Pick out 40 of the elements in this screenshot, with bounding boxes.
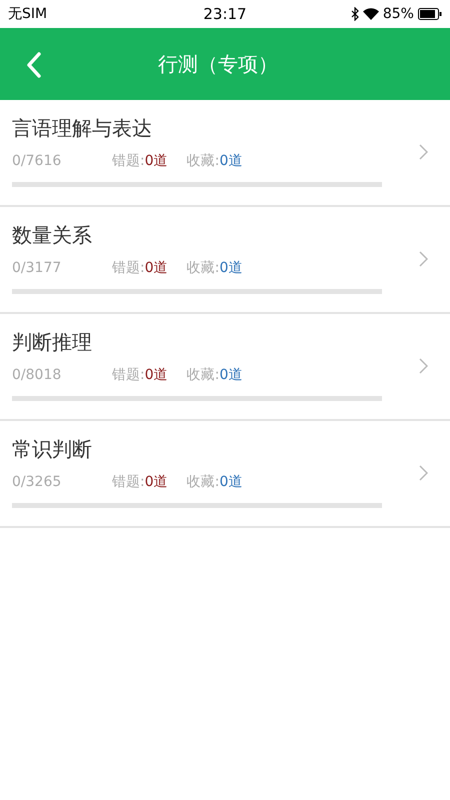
favorite-label: 收藏: — [186, 258, 220, 278]
favorite-label: 收藏: — [186, 472, 220, 492]
chevron-icon — [419, 358, 428, 374]
bluetooth-icon — [350, 7, 359, 21]
wrong-count: 0道 — [144, 258, 169, 278]
subject-row[interactable]: 常识判断 0/3265 错题:0道 收藏:0道 — [0, 421, 450, 528]
page-title: 行测（专项） — [158, 51, 278, 78]
progress-count: 0/3177 — [12, 258, 62, 278]
back-icon — [26, 52, 42, 78]
wrong-count: 0道 — [144, 472, 169, 492]
favorite-label: 收藏: — [186, 152, 220, 170]
wrong-count: 0道 — [144, 152, 169, 170]
progress-count: 0/3265 — [12, 472, 62, 492]
wrong-count: 0道 — [144, 366, 169, 384]
subject-title: 常识判断 — [12, 436, 93, 463]
subject-title: 言语理解与表达 — [12, 115, 153, 142]
chevron-icon — [419, 465, 428, 481]
wrong-label: 错题: — [112, 152, 145, 170]
wifi-icon — [362, 8, 379, 20]
favorite-count: 0道 — [219, 366, 242, 384]
chevron-icon — [419, 144, 428, 160]
favorite-label: 收藏: — [186, 366, 220, 384]
battery-text: 85% — [382, 4, 414, 24]
wrong-label: 错题: — [112, 472, 145, 492]
carrier-text: 无SIM — [8, 4, 48, 24]
subject-row[interactable]: 数量关系 0/3177 错题:0道 收藏:0道 — [0, 207, 450, 314]
wrong-label: 错题: — [112, 366, 145, 384]
favorite-count: 0道 — [219, 152, 242, 170]
progress-count: 0/7616 — [12, 152, 62, 170]
progress-count: 0/8018 — [12, 366, 62, 384]
subject-row[interactable]: 言语理解与表达 0/7616 错题:0道 收藏:0道 — [0, 100, 450, 207]
chevron-icon — [419, 251, 428, 267]
favorite-count: 0道 — [219, 258, 242, 278]
favorite-count: 0道 — [219, 472, 242, 492]
battery-icon — [418, 8, 442, 20]
subject-title: 判断推理 — [12, 329, 93, 356]
clock-text: 23:17 — [203, 4, 247, 25]
wrong-label: 错题: — [112, 258, 145, 278]
subject-title: 数量关系 — [12, 222, 93, 249]
subject-row[interactable]: 判断推理 0/8018 错题:0道 收藏:0道 — [0, 314, 450, 421]
